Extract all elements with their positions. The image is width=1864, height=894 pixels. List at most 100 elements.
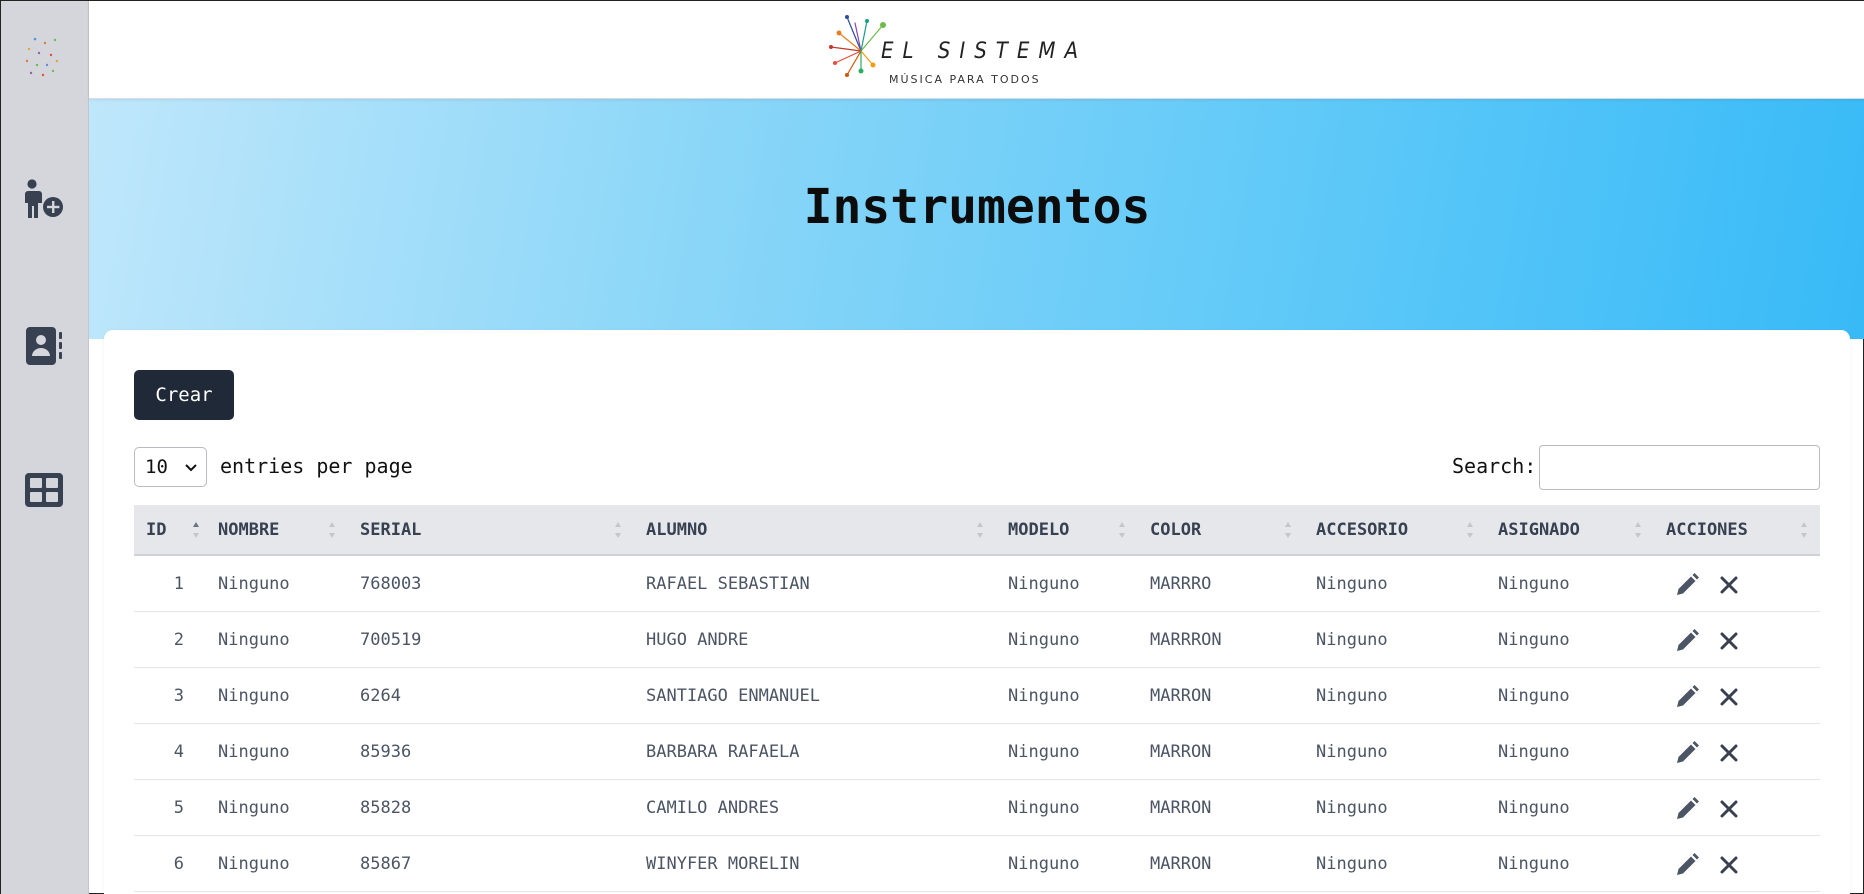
cell-alumno: CAMILO ANDRES: [646, 798, 780, 818]
top-header: EL SISTEMA MÚSICA PARA TODOS: [89, 1, 1864, 99]
delete-icon[interactable]: [1714, 850, 1744, 880]
cell-color: MARRRO: [1150, 574, 1212, 594]
column-header-id[interactable]: ID: [146, 505, 166, 556]
delete-icon[interactable]: [1714, 682, 1744, 712]
brand-tagline: MÚSICA PARA TODOS: [889, 73, 1041, 86]
sidebar-item-dashboard[interactable]: [21, 469, 67, 515]
column-header-alumno[interactable]: ALUMNO: [646, 505, 707, 556]
cell-color: MARRON: [1150, 742, 1212, 762]
cell-asignado: Ninguno: [1498, 798, 1570, 818]
per-page-label: entries per page: [220, 454, 413, 478]
column-header-serial[interactable]: SERIAL: [360, 505, 421, 556]
hero-banner: Instrumentos: [89, 99, 1864, 339]
sort-icon: [328, 520, 336, 540]
cell-asignado: Ninguno: [1498, 742, 1570, 762]
table-row: 1 Ninguno 768003 RAFAEL SEBASTIAN Ninguno MAR…: [134, 556, 1820, 612]
entries-per-page-select[interactable]: 10: [134, 447, 207, 487]
cell-serial: 85867: [360, 854, 412, 874]
table-row: 3 Ninguno 6264 SANTIAGO ENMANUEL Ninguno MARR…: [134, 668, 1820, 724]
cell-id: 5: [173, 798, 184, 818]
cell-asignado: Ninguno: [1498, 574, 1570, 594]
cell-modelo: Ninguno: [1008, 630, 1080, 650]
cell-asignado: Ninguno: [1498, 630, 1570, 650]
person-add-icon: [21, 179, 67, 225]
cell-accesorio: Ninguno: [1316, 742, 1388, 762]
create-button[interactable]: Crear: [134, 370, 234, 420]
cell-nombre: Ninguno: [218, 686, 290, 706]
cell-alumno: WINYFER MORELIN: [646, 854, 800, 874]
cell-color: MARRON: [1150, 798, 1212, 818]
edit-icon[interactable]: [1672, 682, 1702, 712]
cell-color: MARRON: [1150, 686, 1212, 706]
cell-asignado: Ninguno: [1498, 854, 1570, 874]
table-header: ID NOMBRE SERIAL ALUMNO MODELO COLOR ACCESORIO…: [134, 505, 1820, 556]
cell-alumno: SANTIAGO ENMANUEL: [646, 686, 820, 706]
cell-nombre: Ninguno: [218, 798, 290, 818]
edit-icon[interactable]: [1672, 794, 1702, 824]
cell-accesorio: Ninguno: [1316, 798, 1388, 818]
column-header-nombre[interactable]: NOMBRE: [218, 505, 279, 556]
edit-icon[interactable]: [1672, 850, 1702, 880]
cell-color: MARRRON: [1150, 630, 1222, 650]
cell-id: 6: [173, 854, 184, 874]
cell-color: MARRON: [1150, 854, 1212, 874]
cell-modelo: Ninguno: [1008, 686, 1080, 706]
delete-icon[interactable]: [1714, 570, 1744, 600]
sidebar: [1, 1, 89, 894]
cell-id: 1: [173, 574, 184, 594]
cell-modelo: Ninguno: [1008, 742, 1080, 762]
sort-icon: [1466, 520, 1474, 540]
cell-id: 2: [173, 630, 184, 650]
column-header-accesorio[interactable]: ACCESORIO: [1316, 505, 1408, 556]
per-page-value: 10: [145, 456, 168, 478]
delete-icon[interactable]: [1714, 626, 1744, 656]
cell-accesorio: Ninguno: [1316, 574, 1388, 594]
column-header-color[interactable]: COLOR: [1150, 505, 1201, 556]
sort-icon: [192, 520, 200, 540]
delete-icon[interactable]: [1714, 738, 1744, 768]
cell-serial: 700519: [360, 630, 422, 650]
column-header-acciones[interactable]: ACCIONES: [1666, 505, 1748, 556]
cell-modelo: Ninguno: [1008, 574, 1080, 594]
column-header-asignado[interactable]: ASIGNADO: [1498, 505, 1580, 556]
cell-accesorio: Ninguno: [1316, 686, 1388, 706]
content-card: Crear 10 entries per page Search: ID NOMB…: [104, 330, 1850, 894]
cell-serial: 6264: [360, 686, 401, 706]
delete-icon[interactable]: [1714, 794, 1744, 824]
sort-icon: [1118, 520, 1126, 540]
table-row: 4 Ninguno 85936 BARBARA RAFAELA Ninguno MARRO…: [134, 724, 1820, 780]
cell-alumno: RAFAEL SEBASTIAN: [646, 574, 810, 594]
sort-icon: [1800, 520, 1808, 540]
cell-serial: 768003: [360, 574, 422, 594]
table-row: 2 Ninguno 700519 HUGO ANDRE Ninguno MARRRON Ni…: [134, 612, 1820, 668]
cell-nombre: Ninguno: [218, 854, 290, 874]
table-body: 1 Ninguno 768003 RAFAEL SEBASTIAN Ninguno MAR…: [134, 556, 1820, 892]
instruments-table: ID NOMBRE SERIAL ALUMNO MODELO COLOR ACCESORIO…: [134, 505, 1820, 892]
edit-icon[interactable]: [1672, 570, 1702, 600]
column-header-modelo[interactable]: MODELO: [1008, 505, 1069, 556]
cell-id: 4: [173, 742, 184, 762]
sidebar-item-add-person[interactable]: [21, 179, 67, 225]
cell-alumno: HUGO ANDRE: [646, 630, 749, 650]
cell-serial: 85936: [360, 742, 412, 762]
cell-modelo: Ninguno: [1008, 798, 1080, 818]
cell-serial: 85828: [360, 798, 412, 818]
cell-id: 3: [173, 686, 184, 706]
cell-modelo: Ninguno: [1008, 854, 1080, 874]
cell-accesorio: Ninguno: [1316, 630, 1388, 650]
page-title: Instrumentos: [803, 179, 1151, 235]
cell-nombre: Ninguno: [218, 574, 290, 594]
edit-icon[interactable]: [1672, 738, 1702, 768]
sort-icon: [976, 520, 984, 540]
cell-nombre: Ninguno: [218, 742, 290, 762]
search-input[interactable]: [1539, 445, 1820, 490]
cell-accesorio: Ninguno: [1316, 854, 1388, 874]
table-row: 5 Ninguno 85828 CAMILO ANDRES Ninguno MARRON N…: [134, 780, 1820, 836]
chevron-down-icon: [184, 458, 198, 483]
sort-icon: [1634, 520, 1642, 540]
edit-icon[interactable]: [1672, 626, 1702, 656]
cell-asignado: Ninguno: [1498, 686, 1570, 706]
search-label: Search:: [1452, 454, 1537, 478]
sidebar-item-contacts[interactable]: [21, 325, 67, 371]
sidebar-logo-icon[interactable]: [21, 31, 65, 81]
